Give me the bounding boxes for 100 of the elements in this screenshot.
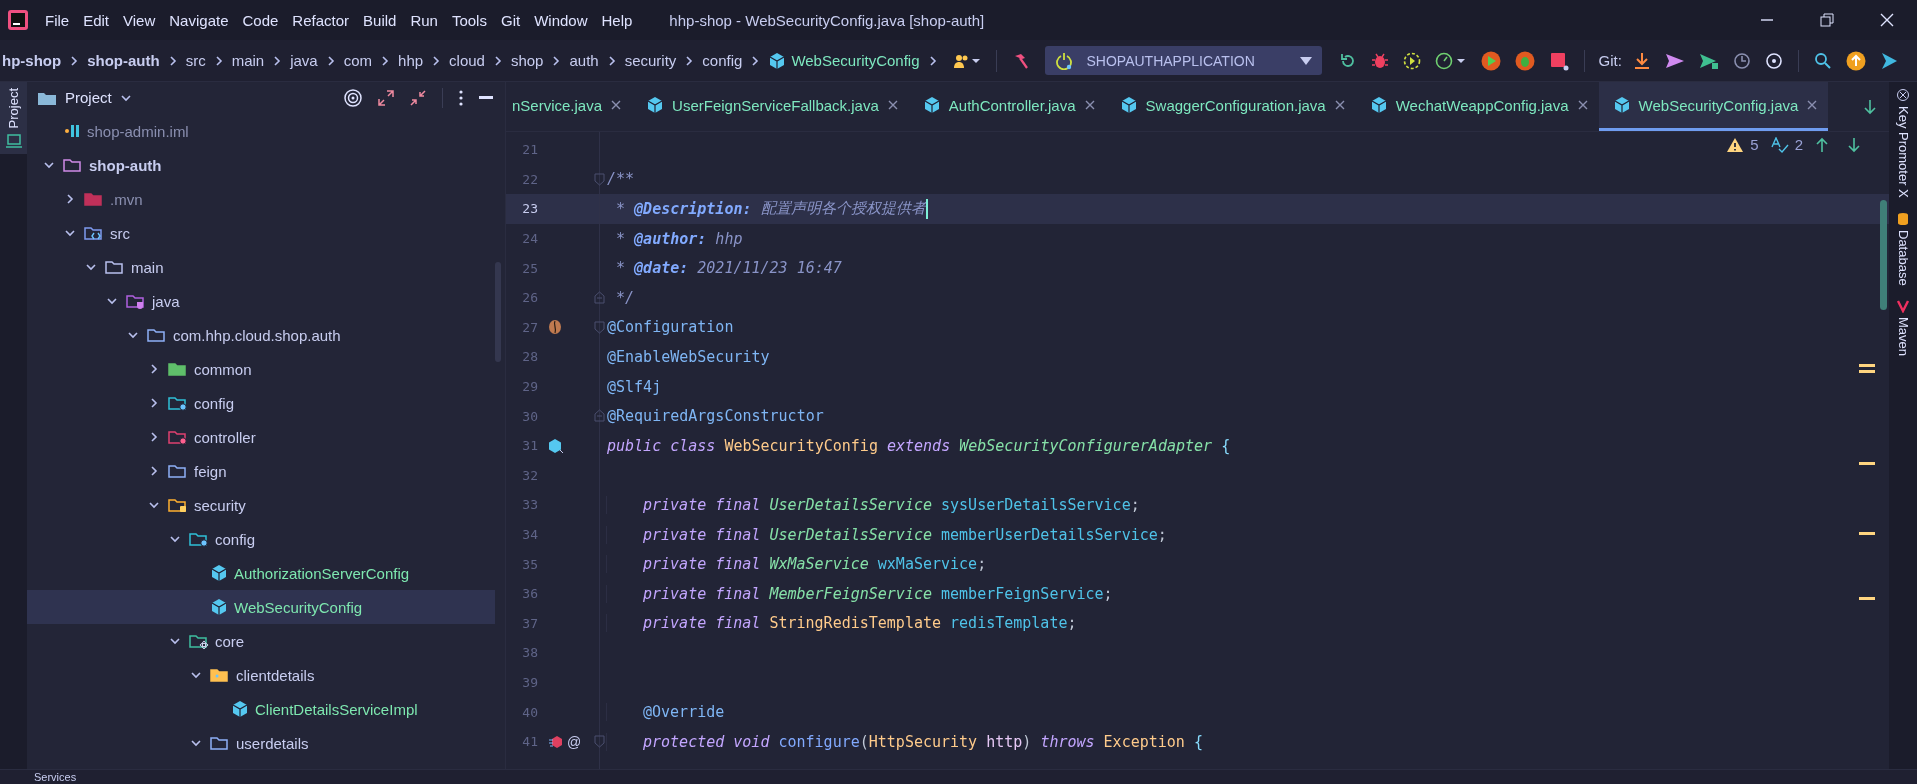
target-icon[interactable] [344, 88, 362, 107]
arrow-down-icon[interactable] [1847, 136, 1861, 153]
history-icon[interactable] [1732, 51, 1751, 70]
breadcrumb-item[interactable]: java [290, 52, 318, 69]
stop-icon[interactable] [1548, 50, 1569, 71]
tree-item[interactable]: AuthorizationServerConfig [27, 556, 495, 590]
run-configuration-dropdown[interactable]: SHOPAUTHAPPLICATION [1044, 46, 1322, 75]
commit-icon[interactable] [1698, 51, 1719, 70]
code-line: * @Description: 配置声明各个授权提供者 [615, 199, 926, 219]
breadcrumb-item[interactable]: src [185, 52, 206, 69]
tree-item[interactable]: controller [27, 420, 495, 454]
tool-window-tab[interactable]: Maven [1895, 299, 1911, 357]
push-icon[interactable] [1664, 51, 1685, 70]
scrollbar[interactable] [495, 262, 501, 362]
line-number: 22 [521, 171, 538, 187]
tree-item[interactable]: com.hhp.cloud.shop.auth [27, 318, 495, 352]
tree-item[interactable]: java [27, 284, 495, 318]
tree-item[interactable]: ClientDetailsServiceImpl [27, 692, 495, 726]
folder-badge-icon [189, 531, 209, 547]
editor-tab[interactable]: WechatWeappConfig.java [1355, 82, 1599, 131]
warning-icon [1726, 136, 1745, 153]
breadcrumb-item[interactable]: security [624, 52, 677, 69]
warning-count[interactable]: 5 [1750, 136, 1759, 153]
profiler-icon[interactable] [1434, 51, 1467, 70]
upgrade-icon[interactable] [1845, 50, 1866, 71]
menu-item[interactable]: Run [403, 11, 445, 29]
scrollbar[interactable] [1880, 200, 1887, 310]
code-line: private final WxMaService wxMaService; [606, 555, 987, 574]
editor-tab[interactable]: nService.java [506, 82, 633, 131]
tool-window-tab[interactable]: Services [34, 771, 77, 783]
menu-item[interactable]: Code [235, 11, 286, 29]
chevron-down-icon [127, 329, 139, 341]
editor-tab[interactable]: WebSecurityConfig.java [1598, 82, 1829, 131]
menu-item[interactable]: Help [594, 11, 640, 29]
menu-item[interactable]: Tools [444, 11, 494, 29]
coverage-icon[interactable] [1402, 51, 1421, 70]
debug-bug-icon[interactable] [1370, 51, 1389, 70]
search-icon[interactable] [1813, 51, 1832, 70]
tree-item[interactable]: security [27, 488, 495, 522]
spellcheck-icon [1770, 136, 1789, 153]
menu-item[interactable]: Build [356, 11, 404, 29]
menu-item[interactable]: Navigate [162, 11, 236, 29]
tree-item[interactable]: shop-auth [27, 148, 495, 182]
breadcrumb-item[interactable]: main [231, 52, 265, 69]
editor-tab[interactable]: AuthController.java [908, 82, 1106, 131]
line-number: 26 [521, 290, 538, 306]
tool-window-tab[interactable]: Key Promoter X [1895, 88, 1911, 198]
arrow-up-icon[interactable] [1815, 136, 1829, 153]
editor-tab[interactable]: UserFeignServiceFallback.java [632, 82, 909, 131]
breadcrumb-item[interactable]: WebSecurityConfig [768, 51, 920, 70]
more-icon[interactable] [459, 89, 463, 106]
line-number: 40 [521, 704, 538, 720]
git-label: Git: [1598, 52, 1622, 69]
gutter-marker[interactable]: @ [567, 733, 582, 750]
tree-item[interactable]: shop-admin.iml [27, 114, 495, 148]
folder-icon [147, 327, 167, 343]
tree-item[interactable]: .mvn [27, 182, 495, 216]
tree-item[interactable]: userdetails [27, 726, 495, 760]
restore-icon[interactable] [1820, 13, 1834, 27]
run-icon[interactable] [1480, 50, 1501, 71]
dropdown-icon [1299, 56, 1312, 65]
tree-item[interactable]: WebSecurityConfig [27, 590, 495, 624]
tree-item[interactable]: config [27, 522, 495, 556]
tree-item[interactable]: clientdetails [27, 658, 495, 692]
breadcrumb-item[interactable]: hp-shop [2, 52, 62, 69]
collapse-icon[interactable] [410, 89, 426, 106]
breadcrumb-item[interactable]: config [702, 52, 743, 69]
folder-icon [84, 191, 104, 207]
code-line: @EnableWebSecurity [606, 347, 770, 366]
breadcrumb-item[interactable]: auth [569, 52, 599, 69]
editor-tab[interactable]: SwaggerConfiguration.java [1105, 82, 1356, 131]
tree-item[interactable]: common [27, 352, 495, 386]
panel-title[interactable]: Project [65, 89, 112, 106]
typo-count[interactable]: 2 [1794, 136, 1803, 153]
breadcrumb-item[interactable]: shop [510, 52, 544, 69]
tree-item[interactable]: feign [27, 454, 495, 488]
tool-window-tab[interactable]: Database [1895, 211, 1911, 286]
tree-item[interactable]: core [27, 624, 495, 658]
minimize-icon[interactable] [479, 95, 493, 100]
menu-item[interactable]: Edit [76, 11, 117, 29]
tool-window-tab[interactable]: Project [0, 82, 27, 155]
menu-item[interactable]: View [116, 11, 163, 29]
menu-item[interactable]: File [38, 11, 77, 29]
line-number: 24 [521, 231, 538, 247]
expand-icon[interactable] [378, 89, 394, 106]
breadcrumb-item[interactable]: com [343, 52, 373, 69]
menu-item[interactable]: Window [527, 11, 595, 29]
database-icon [1896, 211, 1910, 226]
menu-item[interactable]: Git [493, 11, 528, 29]
tree-item[interactable]: config [27, 386, 495, 420]
breadcrumb-item[interactable]: shop-auth [87, 52, 160, 69]
rerun-icon[interactable] [1338, 51, 1357, 70]
breadcrumb-item[interactable]: cloud [449, 52, 485, 69]
menu-item[interactable]: Refactor [285, 11, 357, 29]
arrow-down-icon[interactable] [1863, 98, 1877, 115]
tree-item[interactable]: src [27, 216, 495, 250]
tree-item[interactable]: main [27, 250, 495, 284]
users-icon[interactable] [952, 52, 981, 69]
breadcrumb-item[interactable]: hhp [398, 52, 424, 69]
update-arrow-icon[interactable] [1632, 51, 1651, 70]
